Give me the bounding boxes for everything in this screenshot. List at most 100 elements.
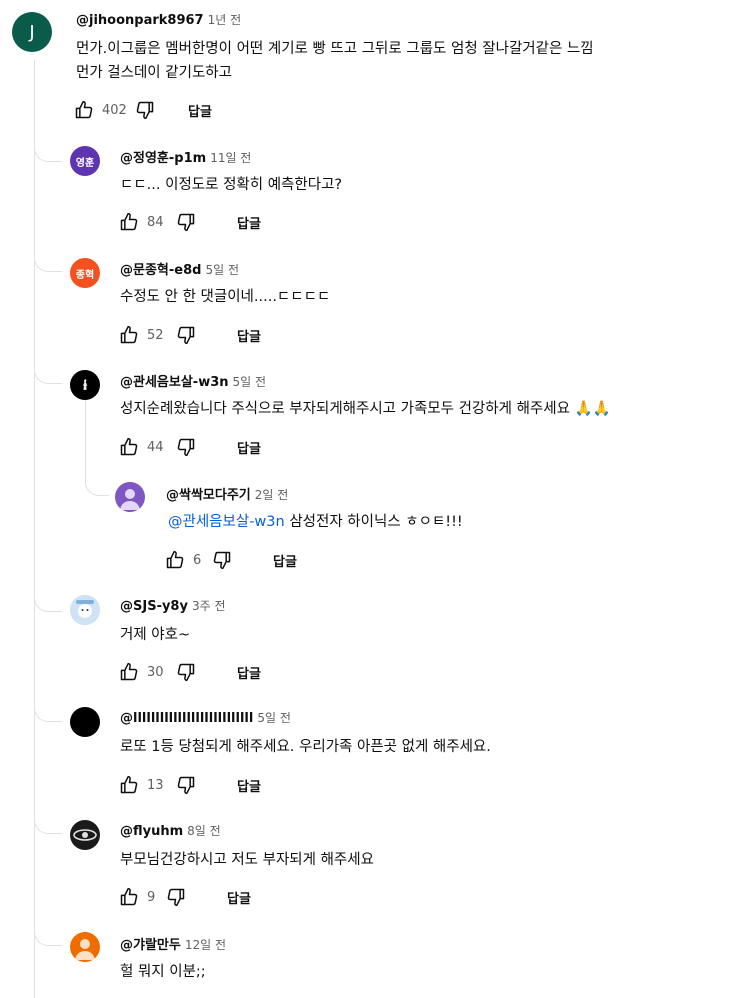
like-count: 52 (147, 327, 164, 343)
reply-button[interactable]: 답글 (237, 663, 261, 682)
avatar[interactable] (70, 370, 100, 400)
comment-actions: 9 답글 (118, 885, 251, 909)
reply-button[interactable]: 답글 (273, 551, 297, 570)
comment-text: @관세음보살-w3n 삼성전자 하이닉스 ㅎㅇㅌ!!! (168, 511, 463, 533)
dislike-icon[interactable] (165, 886, 187, 908)
comment-text: ㄷㄷ... 이정도로 정확히 예측한다고? (120, 177, 343, 193)
author-name[interactable]: @jihoonpark8967 (76, 13, 204, 28)
comment-text: 성지순례왔습니다 주식으로 부자되게해주시고 가족모두 건강하게 해주세요 🙏🙏 (120, 401, 611, 417)
like-icon[interactable] (118, 774, 140, 796)
nested-thread-line (85, 400, 86, 480)
like-icon[interactable] (118, 436, 140, 458)
comment-time[interactable]: 5일 전 (257, 711, 291, 725)
reply-button[interactable]: 답글 (237, 438, 261, 457)
comment-author[interactable]: @lllllllllllllllllllllllllll 5일 전 (120, 709, 291, 726)
avatar[interactable] (70, 707, 100, 737)
like-count: 402 (102, 102, 127, 118)
author-name[interactable]: @관세음보살-w3n (120, 375, 229, 390)
character-icon (70, 595, 100, 625)
reply-connector (34, 700, 62, 722)
comment-author[interactable]: @문종혁-e8d 5일 전 (120, 259, 239, 278)
comment-text: 로또 1등 당첨되게 해주세요. 우리가족 아픈곳 없게 해주세요. (120, 739, 491, 755)
comment-author[interactable]: @SJS-y8y 3주 전 (120, 597, 225, 614)
author-name[interactable]: @flyuhm (120, 824, 183, 839)
dislike-icon[interactable] (211, 549, 233, 571)
reply-connector (34, 590, 62, 612)
like-icon[interactable] (118, 661, 140, 683)
like-count: 44 (147, 439, 164, 455)
avatar[interactable] (115, 482, 145, 512)
dislike-icon[interactable] (175, 324, 197, 346)
thread-line (34, 60, 35, 998)
author-name[interactable]: @lllllllllllllllllllllllllll (120, 711, 253, 726)
like-count: 9 (147, 889, 156, 905)
avatar[interactable]: J (12, 12, 52, 52)
avatar[interactable]: 종혁 (70, 258, 100, 288)
comment-time[interactable]: 3주 전 (192, 599, 226, 613)
comment-actions: 13 답글 (118, 773, 261, 797)
reply-connector (34, 250, 62, 272)
reply-connector (85, 470, 109, 496)
dislike-icon[interactable] (175, 661, 197, 683)
like-icon[interactable] (118, 211, 140, 233)
comment-author[interactable]: @정영훈-p1m 11일 전 (120, 147, 251, 166)
like-icon[interactable] (164, 549, 186, 571)
reply-button[interactable]: 답글 (237, 326, 261, 345)
avatar[interactable] (70, 820, 100, 850)
avatar[interactable] (70, 932, 100, 962)
author-name[interactable]: @갸랄만두 (120, 938, 181, 953)
comment-time[interactable]: 2일 전 (255, 488, 289, 502)
comment-time[interactable]: 5일 전 (233, 375, 267, 389)
comment-author[interactable]: @싹싹모다주기 2일 전 (166, 484, 288, 503)
reply-connector (34, 812, 62, 834)
avatar[interactable]: 영훈 (70, 146, 100, 176)
author-name[interactable]: @싹싹모다주기 (166, 488, 251, 503)
comment-actions: 30 답글 (118, 660, 261, 684)
like-icon[interactable] (118, 886, 140, 908)
like-icon[interactable] (118, 324, 140, 346)
like-count: 30 (147, 664, 164, 680)
reply-connector (34, 924, 62, 946)
like-count: 84 (147, 214, 164, 230)
person-icon (75, 939, 95, 960)
dislike-icon[interactable] (175, 211, 197, 233)
dislike-icon[interactable] (175, 436, 197, 458)
dislike-icon[interactable] (175, 774, 197, 796)
like-count: 6 (193, 552, 202, 568)
dislike-icon[interactable] (134, 99, 156, 121)
comment-text: 헐 뭐지 이분;; (120, 964, 206, 980)
reply-button[interactable]: 답글 (237, 776, 261, 795)
reply-connector (34, 140, 62, 162)
avatar[interactable] (70, 595, 100, 625)
comment-text: 수정도 안 한 댓글이네.....ㄷㄷㄷㄷ (120, 289, 331, 305)
comment-time[interactable]: 8일 전 (187, 824, 221, 838)
buddha-figure-icon (83, 379, 88, 390)
comment-actions: 84 답글 (118, 210, 261, 234)
person-icon (120, 489, 140, 510)
comment-time[interactable]: 5일 전 (205, 263, 239, 277)
author-name[interactable]: @SJS-y8y (120, 599, 188, 614)
reply-button[interactable]: 답글 (237, 213, 261, 232)
comment-author[interactable]: @관세음보살-w3n 5일 전 (120, 371, 266, 390)
comment-author[interactable]: @flyuhm 8일 전 (120, 822, 221, 839)
comment-actions: 6 답글 (164, 548, 297, 572)
reply-button[interactable]: 답글 (227, 888, 251, 907)
comment-time[interactable]: 1년 전 (208, 13, 242, 27)
like-icon[interactable] (73, 99, 95, 121)
comment-author[interactable]: @갸랄만두 12일 전 (120, 934, 226, 953)
eye-logo-icon (73, 829, 97, 841)
author-name[interactable]: @문종혁-e8d (120, 263, 201, 278)
comment-time[interactable]: 12일 전 (185, 938, 226, 952)
like-count: 13 (147, 777, 164, 793)
comment-author[interactable]: @jihoonpark8967 1년 전 (76, 11, 241, 28)
comment-time[interactable]: 11일 전 (210, 151, 251, 165)
comment-text: 거제 야호~ (120, 627, 191, 643)
comment-text-line-2: 먼가 걸스데이 같기도하고 (76, 65, 232, 81)
comment-actions: 52 답글 (118, 323, 261, 347)
author-name[interactable]: @정영훈-p1m (120, 151, 206, 166)
reply-button[interactable]: 답글 (188, 101, 212, 120)
comment-text: 부모님건강하시고 저도 부자되게 해주세요 (120, 852, 374, 868)
reply-connector (34, 362, 62, 384)
mention-link[interactable]: @관세음보살-w3n (168, 514, 285, 530)
comment-actions: 44 답글 (118, 435, 261, 459)
